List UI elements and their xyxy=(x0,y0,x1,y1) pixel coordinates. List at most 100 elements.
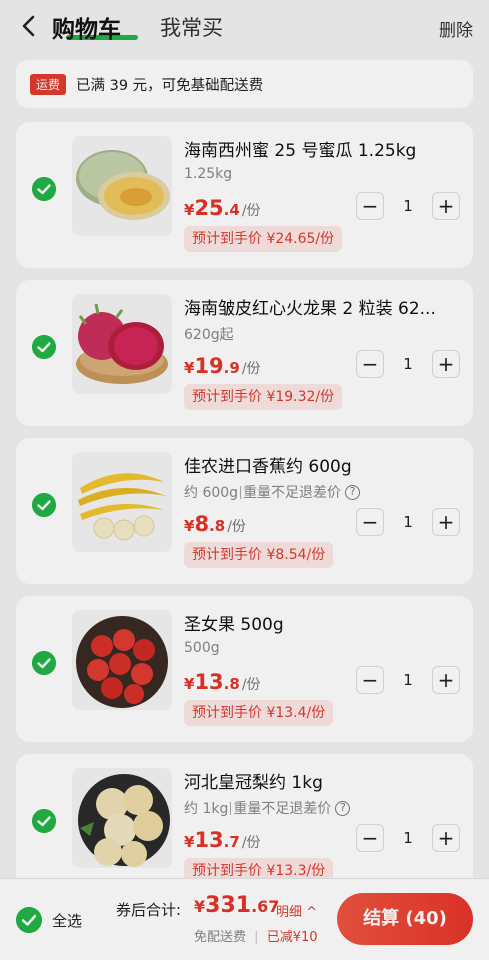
spec-text: 620g起 xyxy=(184,327,234,343)
total-integer: 331 xyxy=(205,893,252,918)
price-integer: 13 xyxy=(194,670,224,694)
price-decimal: .8 xyxy=(223,675,240,693)
product-title[interactable]: 河北皇冠梨约 1kg xyxy=(184,768,454,793)
product-title[interactable]: 佳农进口香蕉约 600g xyxy=(184,452,454,477)
product-image-dragonfruit[interactable] xyxy=(72,294,172,394)
increase-button[interactable]: + xyxy=(432,508,460,536)
price-integer: 13 xyxy=(194,828,224,852)
back-arrow-icon[interactable] xyxy=(18,12,42,40)
price-unit: /份 xyxy=(241,361,261,377)
price-unit: /份 xyxy=(227,519,246,535)
decrease-button[interactable]: − xyxy=(356,350,384,378)
spec-text: 约 1kg xyxy=(184,801,229,817)
checkmark-icon[interactable] xyxy=(32,335,56,359)
price-unit: /份 xyxy=(241,203,261,219)
increase-button[interactable]: + xyxy=(432,192,460,220)
product-title[interactable]: 海南西州蜜 25 号蜜瓜 1.25kg xyxy=(184,136,454,161)
cart-item[interactable]: 海南皱皮红心火龙果 2 粒装 62... 620g起 ¥19.9/份 预计到手价… xyxy=(16,280,473,426)
estimated-price-badge: 预计到手价 ¥19.32/份 xyxy=(184,384,343,410)
price-decimal: .8 xyxy=(209,517,226,535)
price-unit: /份 xyxy=(241,835,261,851)
product-price: ¥13.7/份 xyxy=(184,828,261,852)
spec-text: 1.25kg xyxy=(184,166,233,182)
checkmark-icon[interactable] xyxy=(32,651,56,675)
shipping-text: 已满 39 元，可免基础配送费 xyxy=(76,77,264,94)
estimated-price-badge: 预计到手价 ¥13.4/份 xyxy=(184,700,334,726)
currency-symbol: ¥ xyxy=(184,833,195,851)
estimated-price-badge: 预计到手价 ¥24.65/份 xyxy=(184,226,343,252)
delete-button[interactable]: 删除 xyxy=(439,16,473,41)
total-price: ¥331.67 xyxy=(194,893,279,918)
spec-divider xyxy=(230,801,232,815)
price-decimal: .9 xyxy=(223,359,240,377)
estimated-price-badge: 预计到手价 ¥8.54/份 xyxy=(184,542,334,568)
free-shipping-text: 免配送费 xyxy=(194,930,247,945)
tab-often-bought[interactable]: 我常买 xyxy=(160,12,223,42)
currency-symbol: ¥ xyxy=(184,517,195,535)
decrease-button[interactable]: − xyxy=(356,508,384,536)
decrease-button[interactable]: − xyxy=(356,192,384,220)
quantity-value[interactable]: 1 xyxy=(384,197,432,215)
currency-symbol: ¥ xyxy=(184,201,195,219)
decrease-button[interactable]: − xyxy=(356,824,384,852)
spec-divider xyxy=(240,485,242,499)
product-spec: 500g xyxy=(184,640,220,656)
product-title[interactable]: 圣女果 500g xyxy=(184,610,454,635)
quantity-stepper: − 1 + xyxy=(356,192,460,220)
price-detail-toggle[interactable]: 明细 ^ xyxy=(276,901,317,920)
quantity-value[interactable]: 1 xyxy=(384,829,432,847)
spec-note: 重量不足退差价 xyxy=(233,801,332,817)
product-spec: 620g起 xyxy=(184,324,234,344)
help-icon[interactable]: ? xyxy=(335,800,351,816)
price-decimal: .7 xyxy=(223,833,240,851)
price-integer: 25 xyxy=(194,196,224,220)
price-decimal: .4 xyxy=(223,201,240,219)
price-integer: 8 xyxy=(194,512,210,536)
summary-divider: | xyxy=(254,930,259,945)
spec-text: 约 600g xyxy=(184,485,239,501)
product-image-banana[interactable] xyxy=(72,452,172,552)
checkout-bar: 全选 券后合计: ¥331.67 明细 ^ 免配送费 | 已减¥10 结算 (4… xyxy=(0,878,489,960)
currency-symbol: ¥ xyxy=(184,675,195,693)
product-spec: 约 1kg 重量不足退差价 ? xyxy=(184,798,351,818)
cart-item[interactable]: 佳农进口香蕉约 600g 约 600g 重量不足退差价 ? ¥8.8/份 预计到… xyxy=(16,438,473,584)
product-price: ¥19.9/份 xyxy=(184,354,261,378)
checkout-button[interactable]: 结算 (40) xyxy=(337,893,473,945)
product-image-melon[interactable] xyxy=(72,136,172,236)
help-icon[interactable]: ? xyxy=(345,484,361,500)
quantity-stepper: − 1 + xyxy=(356,350,460,378)
spec-text: 500g xyxy=(184,640,220,656)
shipping-tag: 运费 xyxy=(30,73,67,95)
product-spec: 1.25kg xyxy=(184,166,232,182)
increase-button[interactable]: + xyxy=(432,666,460,694)
savings-summary: 免配送费 | 已减¥10 xyxy=(194,926,318,945)
discount-text: 已减¥10 xyxy=(266,930,318,945)
select-all-label[interactable]: 全选 xyxy=(52,910,82,931)
total-label: 券后合计: xyxy=(116,901,182,919)
price-unit: /份 xyxy=(241,677,261,693)
product-title[interactable]: 海南皱皮红心火龙果 2 粒装 62... xyxy=(184,294,454,319)
quantity-stepper: − 1 + xyxy=(356,666,460,694)
product-image-pear[interactable] xyxy=(72,768,172,868)
price-integer: 19 xyxy=(194,354,224,378)
checkmark-icon[interactable] xyxy=(32,493,56,517)
cart-item[interactable]: 圣女果 500g 500g ¥13.8/份 预计到手价 ¥13.4/份 − 1 … xyxy=(16,596,473,742)
increase-button[interactable]: + xyxy=(432,350,460,378)
decrease-button[interactable]: − xyxy=(356,666,384,694)
checkmark-icon[interactable] xyxy=(32,809,56,833)
product-price: ¥13.8/份 xyxy=(184,670,261,694)
spec-note: 重量不足退差价 xyxy=(243,485,342,501)
quantity-value[interactable]: 1 xyxy=(384,671,432,689)
select-all-checkmark-icon[interactable] xyxy=(16,907,42,933)
tab-cart[interactable]: 购物车 xyxy=(52,10,121,44)
product-image-cherry-tomato[interactable] xyxy=(72,610,172,710)
product-price: ¥25.4/份 xyxy=(184,196,261,220)
increase-button[interactable]: + xyxy=(432,824,460,852)
cart-item[interactable]: 海南西州蜜 25 号蜜瓜 1.25kg 1.25kg ¥25.4/份 预计到手价… xyxy=(16,122,473,268)
shipping-banner: 运费 已满 39 元，可免基础配送费 xyxy=(16,60,473,108)
currency-symbol: ¥ xyxy=(184,359,195,377)
quantity-value[interactable]: 1 xyxy=(384,513,432,531)
header: 购物车 我常买 删除 xyxy=(0,0,489,56)
checkmark-icon[interactable] xyxy=(32,177,56,201)
quantity-value[interactable]: 1 xyxy=(384,355,432,373)
